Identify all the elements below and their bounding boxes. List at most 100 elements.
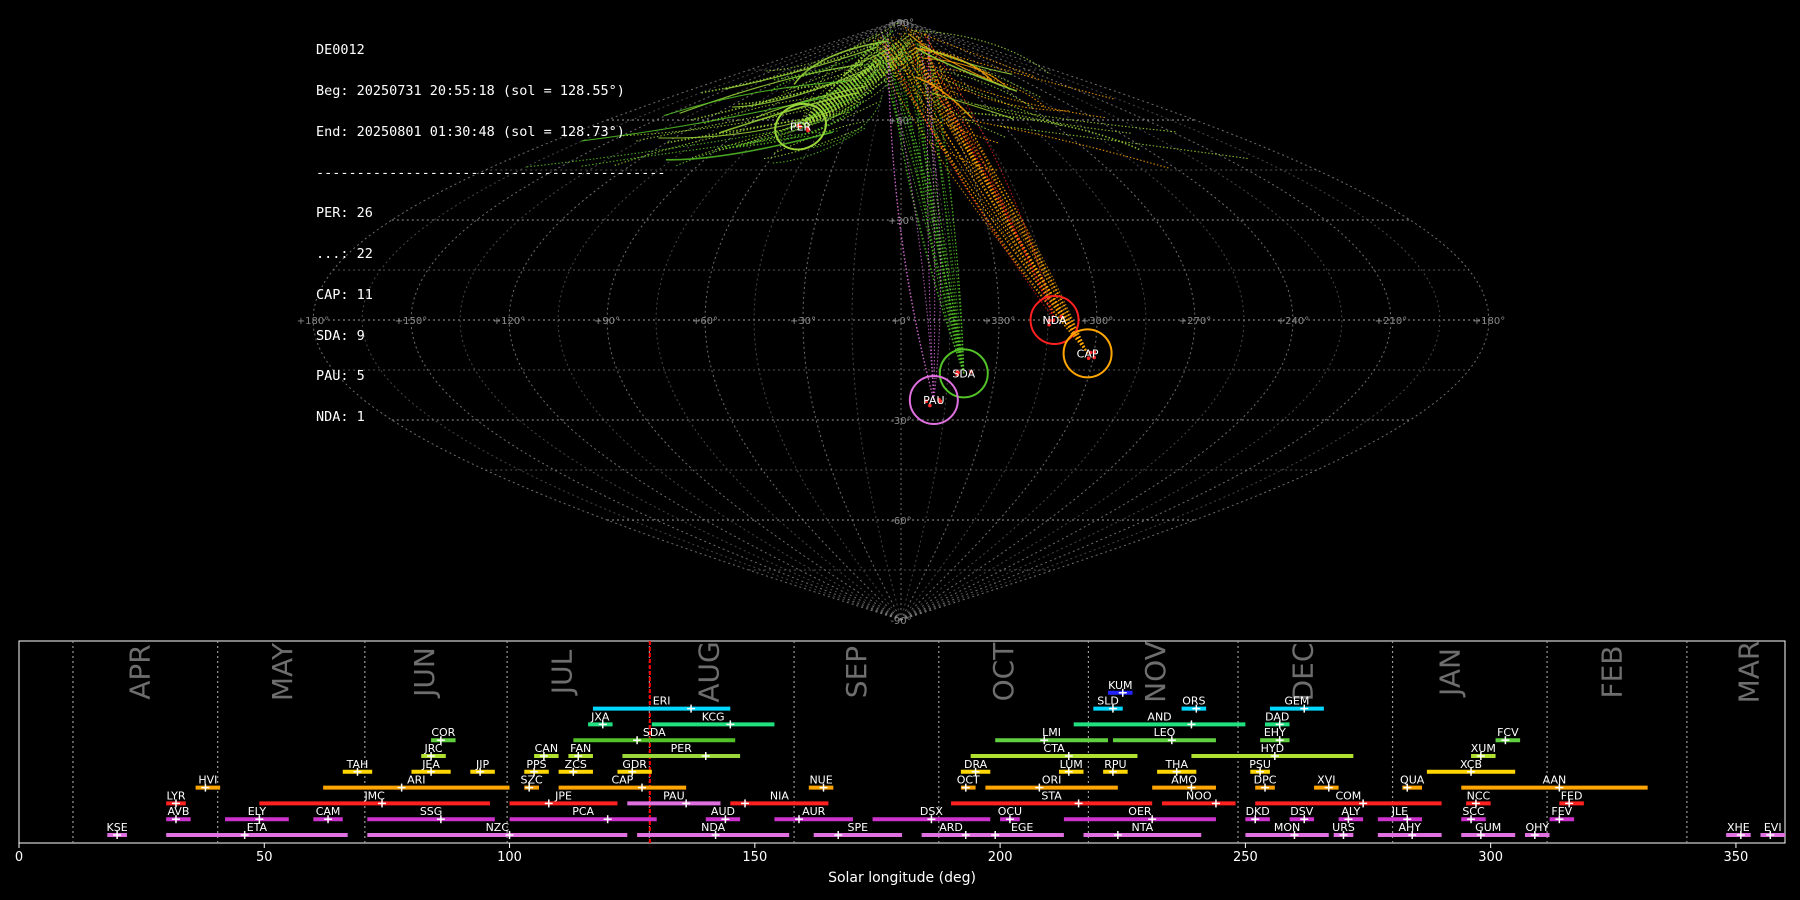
shower-label: OCU bbox=[998, 805, 1022, 818]
shower-label: ARD bbox=[939, 821, 963, 834]
station-id: DE0012 bbox=[316, 42, 365, 59]
shower-label: ORI bbox=[1042, 774, 1062, 787]
shower-label: AHY bbox=[1398, 821, 1421, 834]
shower-label: XVI bbox=[1317, 774, 1335, 787]
lon-tick-label: +330° bbox=[983, 316, 1015, 327]
lon-tick-label: +300° bbox=[1081, 316, 1113, 327]
shower-label: PCA bbox=[572, 805, 594, 818]
lon-tick-label: +240° bbox=[1277, 316, 1309, 327]
end-time: End: 20250801 01:30:48 (sol = 128.73°) bbox=[316, 123, 625, 140]
lat-tick-label: -60° bbox=[890, 516, 911, 527]
count-pau: PAU: 5 bbox=[316, 368, 365, 385]
shower-label: ELY bbox=[248, 805, 267, 818]
begin-time: Beg: 20250731 20:55:18 (sol = 128.55°) bbox=[316, 82, 625, 99]
radiant-label: PER bbox=[790, 121, 812, 134]
meteor-track bbox=[882, 50, 1089, 354]
shower-label: KSE bbox=[107, 821, 128, 834]
x-tick-label: 0 bbox=[15, 850, 23, 865]
shower-label: SZC bbox=[521, 774, 544, 787]
x-tick-label: 100 bbox=[497, 850, 522, 865]
shower-label: ARI bbox=[407, 774, 425, 787]
radiant-label: CAP bbox=[1077, 347, 1099, 360]
month-label: APR bbox=[124, 644, 157, 700]
shower-label: DAD bbox=[1265, 710, 1289, 723]
shower-label: FAN bbox=[570, 742, 591, 755]
shower-label: DRA bbox=[964, 758, 988, 771]
shower-label: ORS bbox=[1182, 695, 1205, 708]
shower-label: CAN bbox=[535, 742, 558, 755]
shower-label: DKD bbox=[1246, 805, 1270, 818]
x-tick-label: 250 bbox=[1233, 850, 1258, 865]
shower-label: OER bbox=[1128, 805, 1152, 818]
radiant-label: SDA bbox=[952, 367, 975, 380]
shower-label: URS bbox=[1332, 821, 1355, 834]
shower-label: EHY bbox=[1264, 726, 1286, 739]
shower-label: NDA bbox=[701, 821, 726, 834]
shower-label: KUM bbox=[1108, 679, 1132, 692]
month-label: MAR bbox=[1733, 641, 1766, 704]
shower-label: PER bbox=[671, 742, 693, 755]
shower-label: JMC bbox=[363, 789, 385, 802]
month-label: JAN bbox=[1433, 648, 1466, 698]
shower-label: AND bbox=[1147, 710, 1171, 723]
shower-label: SSG bbox=[420, 805, 443, 818]
shower-label: JIP bbox=[475, 758, 489, 771]
shower-label: AUD bbox=[711, 805, 735, 818]
x-tick-label: 350 bbox=[1724, 850, 1749, 865]
meteor-track bbox=[872, 55, 1089, 354]
shower-label: OHY bbox=[1525, 821, 1549, 834]
shower-label: KCG bbox=[702, 710, 725, 723]
shower-label: GDR bbox=[622, 758, 647, 771]
month-label: JUL bbox=[546, 649, 579, 696]
shower-label: ERI bbox=[653, 695, 671, 708]
lat-tick-label: +30° bbox=[888, 216, 914, 227]
lat-tick-label: -90° bbox=[890, 616, 911, 627]
meteor-track bbox=[935, 71, 1069, 112]
month-label: MAY bbox=[266, 642, 299, 701]
shower-label: COM bbox=[1335, 789, 1361, 802]
shower-label: CAM bbox=[316, 805, 341, 818]
month-label: NOV bbox=[1139, 641, 1172, 703]
shower-label: DSV bbox=[1290, 805, 1313, 818]
month-label: OCT bbox=[987, 642, 1020, 702]
shower-label: JXA bbox=[590, 710, 610, 723]
shower-label: TAH bbox=[346, 758, 369, 771]
shower-label: EVI bbox=[1764, 821, 1782, 834]
x-tick-label: 300 bbox=[1478, 850, 1503, 865]
count-sporadic: ...: 22 bbox=[316, 246, 373, 263]
shower-label: SPE bbox=[848, 821, 869, 834]
month-label: SEP bbox=[840, 646, 873, 698]
lon-tick-label: +210° bbox=[1375, 316, 1407, 327]
shower-label: JLE bbox=[1391, 805, 1408, 818]
lat-tick-label: -30° bbox=[890, 416, 911, 427]
shower-label: AMO bbox=[1171, 774, 1197, 787]
shower-label: SLD bbox=[1097, 695, 1119, 708]
count-sda: SDA: 9 bbox=[316, 327, 365, 344]
shower-label: FCV bbox=[1497, 726, 1519, 739]
shower-label: STA bbox=[1041, 789, 1062, 802]
lon-tick-label: +270° bbox=[1179, 316, 1211, 327]
radiant-label: NDA bbox=[1043, 314, 1068, 327]
shower-label: PPS bbox=[526, 758, 546, 771]
month-label: DEC bbox=[1286, 643, 1319, 702]
shower-label: LYR bbox=[166, 789, 185, 802]
shower-label: HYD bbox=[1261, 742, 1284, 755]
timeline-chart: APR MAY JUN JUL AUG SEP OCT NOV DEC JAN FEB MAR KUM E… bbox=[15, 640, 1786, 886]
shower-label: EGE bbox=[1011, 821, 1033, 834]
radiant-label: PAU bbox=[923, 394, 945, 407]
shower-label: FED bbox=[1561, 789, 1583, 802]
meteor-track bbox=[928, 33, 936, 401]
meteor-track bbox=[908, 59, 1089, 354]
shower-label: COR bbox=[431, 726, 455, 739]
shower-label: GUM bbox=[1475, 821, 1501, 834]
shower-label: NZC bbox=[486, 821, 510, 834]
shower-label: FEV bbox=[1551, 805, 1572, 818]
lon-tick-label: +180° bbox=[1473, 316, 1505, 327]
shower-label: ZCS bbox=[565, 758, 587, 771]
shower-label: PAU bbox=[663, 789, 685, 802]
count-cap: CAP: 11 bbox=[316, 286, 373, 303]
shower-label: MON bbox=[1274, 821, 1300, 834]
separator: ----------------------------------------… bbox=[316, 164, 666, 181]
shower-label: SDA bbox=[643, 726, 666, 739]
shower-label: LUM bbox=[1060, 758, 1083, 771]
